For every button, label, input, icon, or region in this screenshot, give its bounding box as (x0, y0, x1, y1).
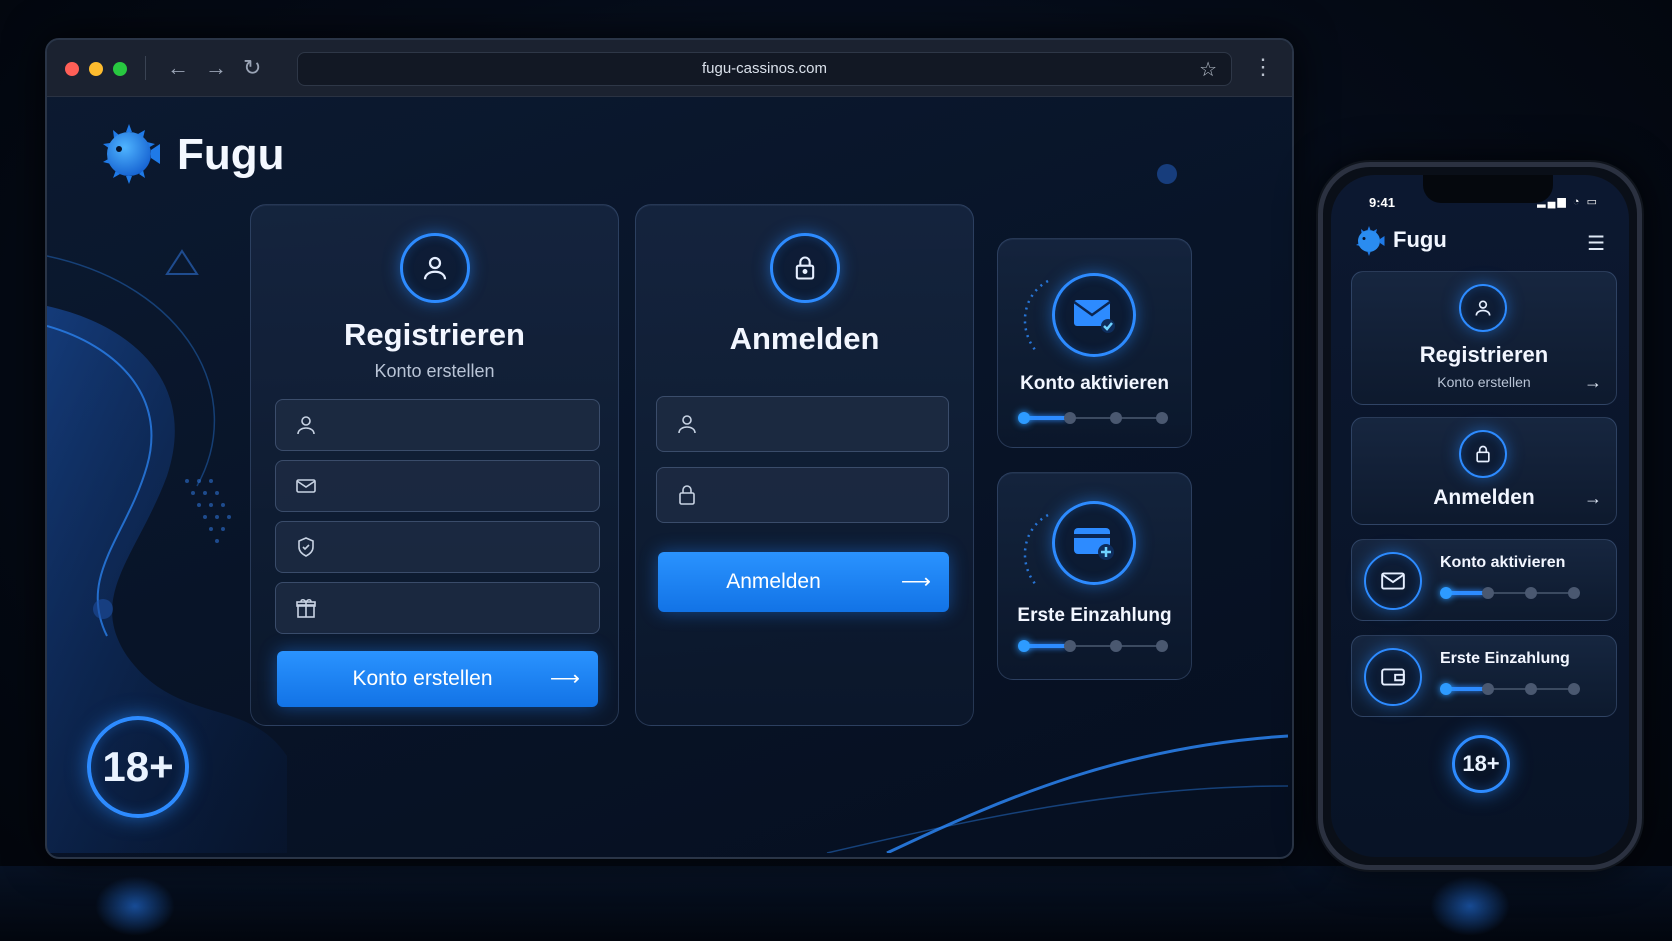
close-window-button[interactable] (65, 62, 79, 76)
progress-arc (1023, 513, 1049, 586)
phone-deposit-title: Erste Einzahlung (1440, 650, 1570, 667)
login-title: Anmelden (729, 321, 880, 356)
create-account-label: Konto erstellen (352, 667, 493, 690)
username-field[interactable] (275, 399, 600, 451)
phone-register-subtitle: Konto erstellen (1437, 374, 1531, 390)
phone-deposit-card[interactable]: Erste Einzahlung (1351, 635, 1617, 717)
phone-deposit-progress (1440, 682, 1580, 696)
wallet-icon (1364, 648, 1422, 706)
status-time: 9:41 (1369, 195, 1396, 210)
mail-icon (296, 479, 316, 493)
activate-title: Konto aktivieren (1020, 373, 1169, 394)
floor-reflection (0, 866, 1672, 941)
pufferfish-logo-icon (1356, 226, 1385, 256)
bonus-code-field[interactable] (275, 582, 600, 634)
register-card: Registrieren Konto erstellen Konto erste… (250, 204, 619, 726)
bookmark-star-icon[interactable]: ☆ (1199, 57, 1217, 82)
titlebar-divider (145, 56, 146, 80)
hamburger-icon[interactable]: ☰ (1587, 231, 1605, 256)
arrow-right-icon: ⟶ (549, 667, 580, 690)
login-button[interactable]: Anmelden ⟶ (658, 552, 949, 612)
age-18-plus-badge: 18+ (87, 716, 189, 818)
phone-register-card[interactable]: Registrieren Konto erstellen → (1351, 271, 1617, 405)
user-icon (297, 416, 315, 435)
lock-icon (1459, 430, 1507, 478)
phone-brand-name: Fugu (1393, 227, 1447, 252)
reflection-glow (1430, 876, 1510, 936)
phone-screen: 9:41 ▂▄▆ ◔ ▭ Fugu ☰ Registrieren Konto e… (1331, 175, 1629, 857)
gift-icon (296, 598, 316, 618)
back-arrow-icon[interactable]: ← (167, 54, 189, 82)
brand-name: Fugu (177, 130, 285, 179)
first-deposit-card[interactable]: Erste Einzahlung (997, 472, 1192, 680)
reflection-glow (95, 876, 175, 936)
user-icon (1459, 284, 1507, 332)
forward-arrow-icon[interactable]: → (205, 54, 227, 82)
lock-icon (770, 233, 840, 303)
phone-activate-title: Konto aktivieren (1440, 554, 1566, 571)
url-text: fugu-cassinos.com (701, 60, 828, 77)
browser-titlebar: ← → ↻ fugu-cassinos.com ☆ ⋮ (47, 40, 1292, 97)
phone-mockup: 9:41 ▂▄▆ ◔ ▭ Fugu ☰ Registrieren Konto e… (1318, 162, 1642, 870)
user-icon (678, 415, 696, 434)
activate-account-card[interactable]: Konto aktivieren (997, 238, 1192, 448)
phone-register-title: Registrieren (1419, 342, 1549, 367)
browser-window: ← → ↻ fugu-cassinos.com ☆ ⋮ Fugu Registr… (45, 38, 1294, 859)
page-content: Fugu Registrieren Konto erstellen Konto (47, 96, 1292, 857)
progress-arc (1023, 279, 1049, 352)
lock-icon (679, 485, 695, 505)
mail-icon (1364, 552, 1422, 610)
password-field[interactable] (275, 521, 600, 573)
login-password-field[interactable] (656, 467, 949, 523)
activate-progress (1018, 411, 1168, 425)
reload-icon[interactable]: ↻ (243, 54, 261, 82)
shield-icon (298, 537, 314, 557)
mail-check-icon (1052, 273, 1136, 357)
wallet-plus-icon (1052, 501, 1136, 585)
phone-age-18-plus-badge: 18+ (1452, 735, 1510, 793)
login-username-field[interactable] (656, 396, 949, 452)
arrow-right-icon: ⟶ (900, 570, 931, 593)
deposit-progress (1018, 639, 1168, 653)
arrow-right-icon: → (1584, 372, 1602, 392)
user-icon (400, 233, 470, 303)
minimize-window-button[interactable] (89, 62, 103, 76)
status-icons: ▂▄▆ ◔ ▭ (1537, 196, 1599, 208)
browser-menu-icon[interactable]: ⋮ (1252, 54, 1274, 80)
phone-login-title: Anmelden (1433, 486, 1535, 509)
email-field[interactable] (275, 460, 600, 512)
login-card: Anmelden Anmelden ⟶ (635, 204, 974, 726)
login-button-label: Anmelden (726, 570, 821, 593)
deposit-title: Erste Einzahlung (1017, 605, 1172, 626)
phone-notch (1423, 175, 1553, 203)
phone-login-card[interactable]: Anmelden → (1351, 417, 1617, 525)
maximize-window-button[interactable] (113, 62, 127, 76)
create-account-button[interactable]: Konto erstellen ⟶ (277, 651, 598, 707)
phone-activate-progress (1440, 586, 1580, 600)
register-subtitle: Konto erstellen (374, 361, 495, 381)
arrow-right-icon: → (1584, 488, 1602, 508)
register-title: Registrieren (344, 317, 525, 352)
address-bar[interactable]: fugu-cassinos.com ☆ (297, 52, 1232, 86)
phone-activate-card[interactable]: Konto aktivieren (1351, 539, 1617, 621)
pufferfish-logo-icon (103, 124, 160, 184)
